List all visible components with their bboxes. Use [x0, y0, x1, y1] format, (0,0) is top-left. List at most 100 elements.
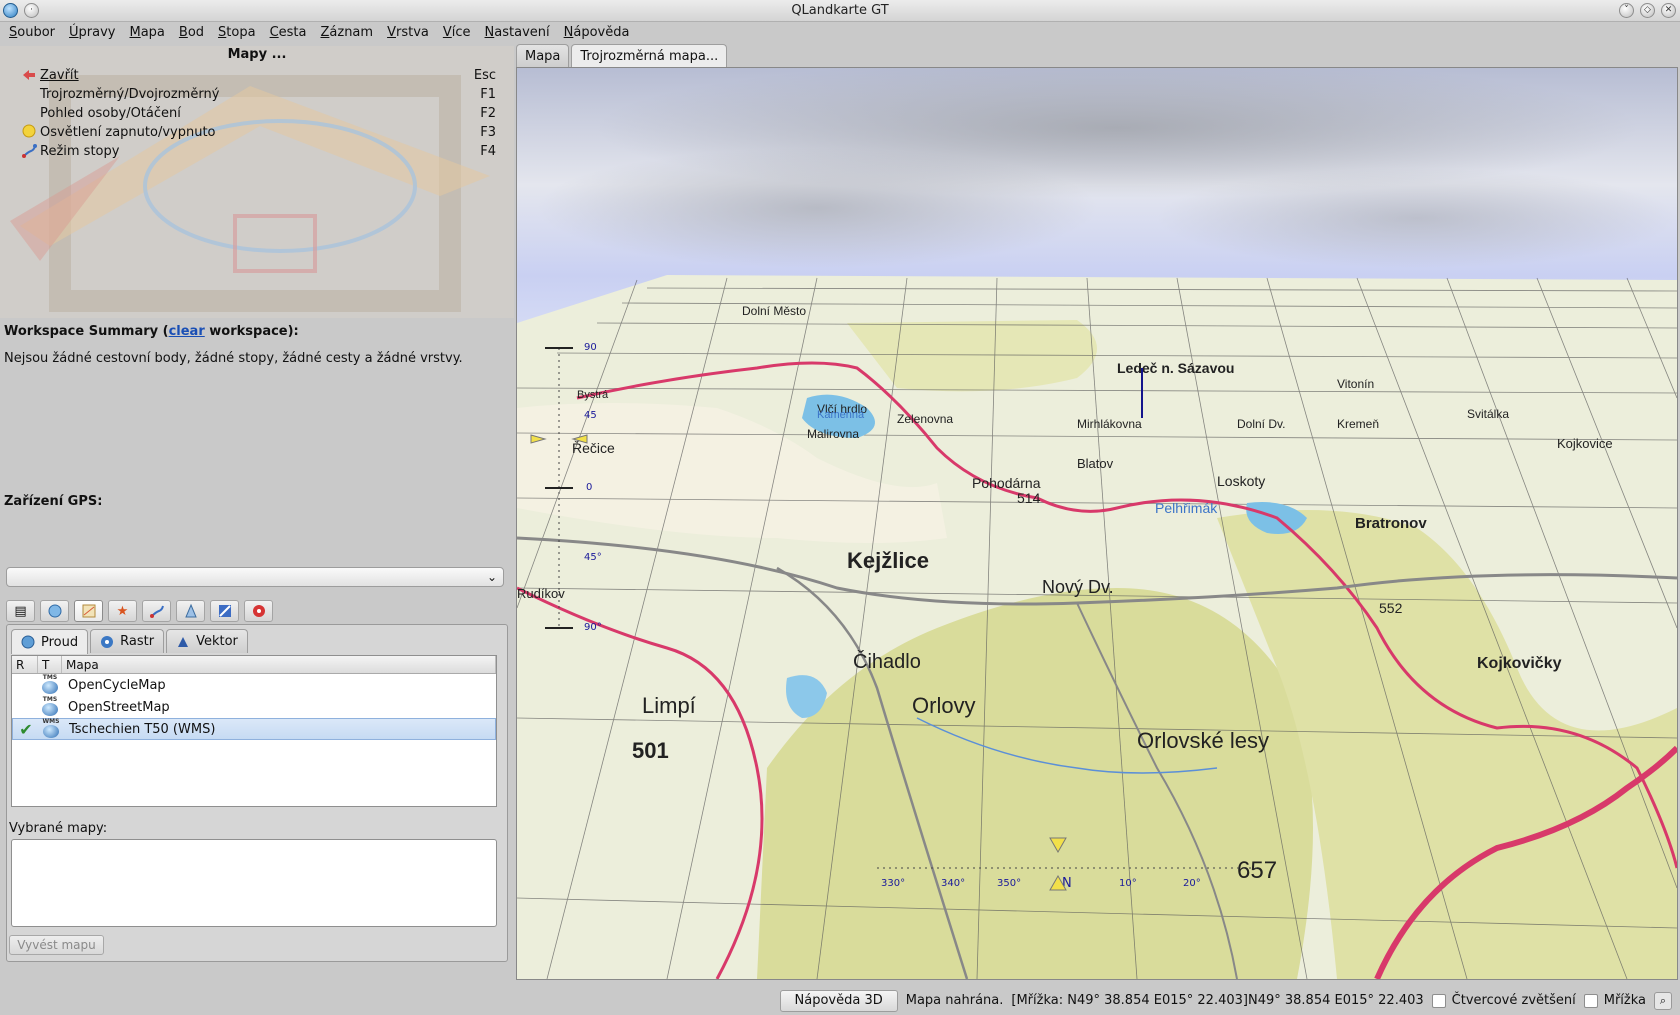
- menu-item-close[interactable]: Zavřít Esc: [20, 65, 496, 85]
- col-t[interactable]: T: [38, 656, 62, 673]
- shortcut-label: F4: [480, 143, 496, 159]
- live-log-tab-icon[interactable]: [244, 600, 273, 622]
- tms-globe-icon: TMS: [41, 674, 59, 694]
- list-item[interactable]: TMS OpenCycleMap: [12, 674, 496, 696]
- tab-rastr[interactable]: Rastr: [90, 629, 165, 653]
- clear-workspace-link[interactable]: clear: [169, 324, 205, 339]
- vector-icon: [178, 636, 189, 647]
- checkbox[interactable]: [1431, 993, 1446, 1008]
- export-map-button[interactable]: Vyvést mapu: [9, 935, 104, 955]
- place-label: 657: [1237, 857, 1277, 884]
- menu-stopa[interactable]: Stopa: [213, 22, 261, 44]
- place-label: Orlovské lesy: [1137, 728, 1269, 753]
- status-message: Mapa nahrána.: [905, 993, 1004, 1008]
- menu-soubor[interactable]: Soubor: [4, 22, 60, 44]
- menu-item-track-mode[interactable]: Režim stopy F4: [20, 141, 496, 161]
- menu-vice[interactable]: Více: [438, 22, 476, 44]
- bulb-icon: [20, 124, 38, 140]
- shortcut-label: F3: [480, 124, 496, 140]
- pitch-label: 90: [584, 342, 597, 353]
- zoom-tool-icon[interactable]: ⌕: [1654, 991, 1672, 1010]
- heading-label: 330°: [881, 878, 905, 889]
- grid-toggle[interactable]: Mřížka: [1583, 993, 1646, 1008]
- menu-cesta[interactable]: Cesta: [265, 22, 312, 44]
- minimize-button[interactable]: ˅: [1619, 3, 1634, 18]
- shortcut-label: Esc: [473, 67, 496, 83]
- place-label: Mirhlákovna: [1077, 417, 1142, 431]
- view-menu-title: Mapy ...: [227, 47, 287, 62]
- map-name: OpenCycleMap: [68, 677, 166, 693]
- menu-item-lighting[interactable]: Osvětlení zapnuto/vypnuto F3: [20, 122, 496, 142]
- toolbox-tabs: ▤ ★: [6, 600, 302, 624]
- place-label: Limpí: [642, 693, 696, 718]
- checkbox[interactable]: [1583, 993, 1598, 1008]
- place-label: Kejžlice: [847, 548, 929, 573]
- place-label: Zelenovna: [897, 412, 953, 426]
- route-tab-icon[interactable]: [176, 600, 205, 622]
- menu-item-label: Pohled osoby/Otáčení: [40, 105, 181, 121]
- pitch-label: 0: [586, 482, 592, 493]
- place-label: Malirovna: [807, 427, 859, 441]
- globe-tab-icon[interactable]: [40, 600, 69, 622]
- map-list[interactable]: R T Mapa TMS OpenCycleMap TMS OpenStreet…: [11, 655, 497, 807]
- status-bar: Nápověda 3D Mapa nahrána. [Mřížka: N49° …: [0, 986, 1680, 1015]
- col-r[interactable]: R: [12, 656, 38, 673]
- tab-3d-map[interactable]: Trojrozměrná mapa...: [571, 44, 728, 68]
- menu-bod[interactable]: Bod: [174, 22, 209, 44]
- menu-zaznam[interactable]: Záznam: [316, 22, 379, 44]
- place-label: Orlovy: [912, 693, 976, 718]
- place-label: Bratronov: [1355, 515, 1427, 532]
- menu-item-label: Zavřít: [40, 67, 79, 83]
- selected-maps-list[interactable]: [11, 839, 497, 927]
- tms-globe-icon: TMS: [41, 696, 59, 716]
- cloud: [1157, 168, 1677, 268]
- menu-item-3d-2d[interactable]: Trojrozměrný/Dvojrozměrný F1: [20, 84, 496, 104]
- menu-mapa[interactable]: Mapa: [124, 22, 169, 44]
- place-label: Loskoty: [1217, 473, 1265, 489]
- menu-vrstva[interactable]: Vrstva: [382, 22, 434, 44]
- place-label: Kremeň: [1337, 417, 1379, 431]
- waypoint-star-icon[interactable]: ★: [108, 600, 137, 622]
- cloud: [537, 148, 1097, 268]
- map-3d-viewport[interactable]: Dolní Město Kejžlice Čihadlo Orlovy Limp…: [516, 67, 1678, 980]
- pitch-label: 90°: [584, 622, 602, 633]
- overlay-tab-icon[interactable]: [210, 600, 239, 622]
- summary-text: Nejsou žádné cestovní body, žádné stopy,…: [4, 351, 463, 366]
- menu-bar: Soubor Úpravy Mapa Bod Stopa Cesta Zázna…: [0, 22, 1680, 44]
- heading-label: 350°: [997, 878, 1021, 889]
- heading-label: 20°: [1183, 878, 1201, 889]
- map-tab-icon[interactable]: [74, 600, 103, 622]
- menu-upravy[interactable]: Úpravy: [64, 22, 120, 44]
- menu-item-person-view[interactable]: Pohled osoby/Otáčení F2: [20, 103, 496, 123]
- back-arrow-icon: [20, 67, 38, 83]
- maximize-button[interactable]: ◇: [1640, 3, 1655, 18]
- help-3d-button[interactable]: Nápověda 3D: [779, 989, 898, 1012]
- menu-nastaveni[interactable]: Nastavení: [480, 22, 555, 44]
- gps-device-select[interactable]: ⌄: [6, 567, 504, 587]
- track-icon: [20, 143, 38, 159]
- col-mapa[interactable]: Mapa: [62, 656, 496, 673]
- menu-napoveda[interactable]: Nápověda: [559, 22, 635, 44]
- view-tabs: Mapa Trojrozměrná mapa...: [516, 44, 728, 68]
- tab-vektor[interactable]: Vektor: [166, 629, 248, 653]
- wms-globe-icon: WMS: [42, 718, 60, 738]
- place-label: Čihadlo: [853, 650, 921, 673]
- pitch-label: 45°: [584, 552, 602, 563]
- list-item[interactable]: TMS OpenStreetMap: [12, 696, 496, 718]
- track-tab-icon[interactable]: [142, 600, 171, 622]
- workspace-tab-icon[interactable]: ▤: [6, 600, 35, 622]
- place-label: Kojkovičky: [1477, 655, 1562, 672]
- window-title: QLandkarte GT: [791, 3, 889, 18]
- shortcut-label: F2: [480, 105, 496, 121]
- close-button[interactable]: ✕: [1661, 3, 1676, 18]
- heading-label: 10°: [1119, 878, 1137, 889]
- place-label: Svitálka: [1467, 407, 1509, 421]
- checkmark-icon: ✔: [19, 719, 33, 739]
- tab-proud[interactable]: Proud: [11, 629, 89, 654]
- list-item-selected[interactable]: ✔ WMS Tschechien T50 (WMS): [12, 718, 496, 740]
- tab-mapa[interactable]: Mapa: [516, 44, 570, 68]
- map-source-tabs: Proud Rastr Vektor: [11, 629, 248, 654]
- menu-item-label: Režim stopy: [40, 143, 120, 159]
- map-name: Tschechien T50 (WMS): [69, 721, 216, 737]
- square-zoom-toggle[interactable]: Čtvercové zvětšení: [1431, 993, 1576, 1008]
